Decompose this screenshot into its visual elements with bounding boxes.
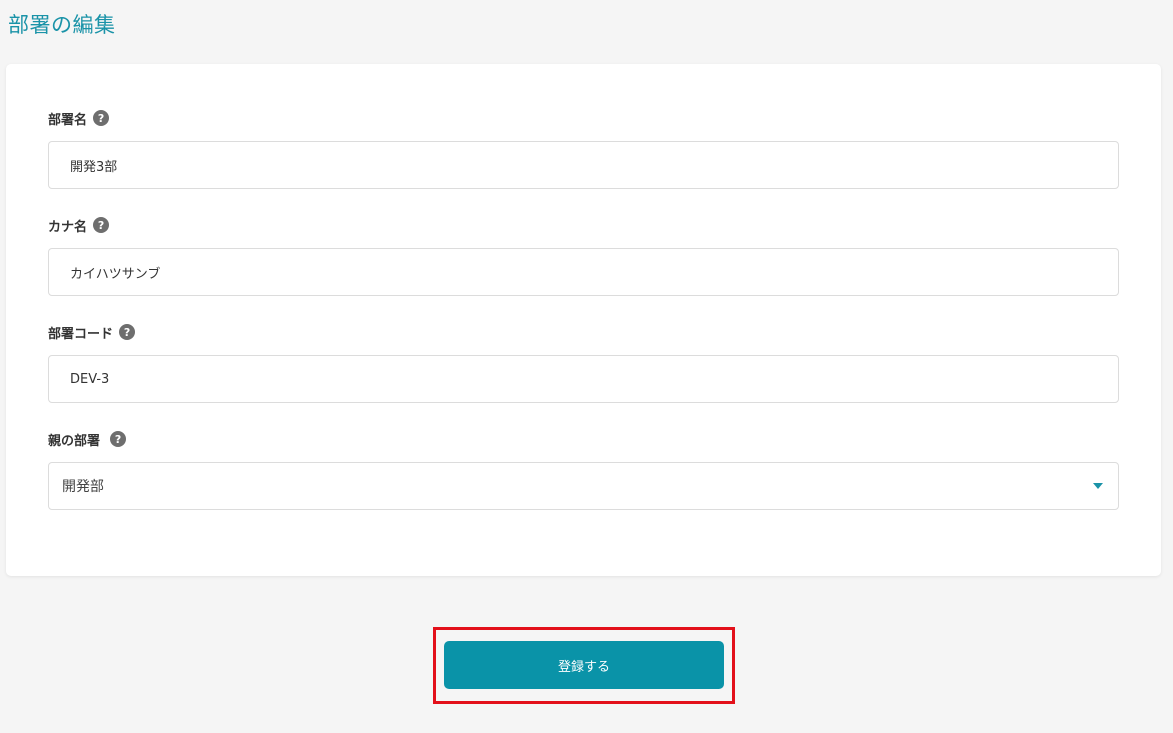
help-icon[interactable]: ? xyxy=(119,324,136,340)
caret-down-icon xyxy=(1093,483,1103,489)
help-icon[interactable]: ? xyxy=(93,217,110,233)
department-code-label: 部署コード ? xyxy=(48,322,136,342)
kana-name-label-text: カナ名 xyxy=(48,219,88,235)
department-name-input[interactable]: 開発3部 xyxy=(48,141,1119,189)
parent-department-label: 親の部署 ? xyxy=(48,429,127,449)
kana-name-input[interactable]: カイハツサンブ xyxy=(48,248,1119,296)
register-button[interactable]: 登録する xyxy=(444,641,724,689)
department-name-value: 開発3部 xyxy=(70,159,118,175)
department-name-label-text: 部署名 xyxy=(48,112,88,128)
kana-name-value: カイハツサンブ xyxy=(70,266,161,282)
parent-department-select[interactable]: 開発部 xyxy=(48,462,1119,510)
page-title: 部署の編集 xyxy=(8,13,116,37)
department-name-label: 部署名 ? xyxy=(48,108,110,128)
help-icon[interactable]: ? xyxy=(110,431,127,447)
department-code-label-text: 部署コード xyxy=(48,326,114,342)
form-card: 部署名 ? 開発3部 カナ名 ? カイハツサンブ 部署コード ? DEV-3 親… xyxy=(6,64,1161,576)
department-code-value: DEV-3 xyxy=(70,371,110,387)
help-icon[interactable]: ? xyxy=(93,110,110,126)
parent-department-selected: 開発部 xyxy=(62,479,104,495)
parent-department-label-text: 親の部署 xyxy=(48,433,101,449)
kana-name-label: カナ名 ? xyxy=(48,215,110,235)
department-code-input[interactable]: DEV-3 xyxy=(48,355,1119,403)
